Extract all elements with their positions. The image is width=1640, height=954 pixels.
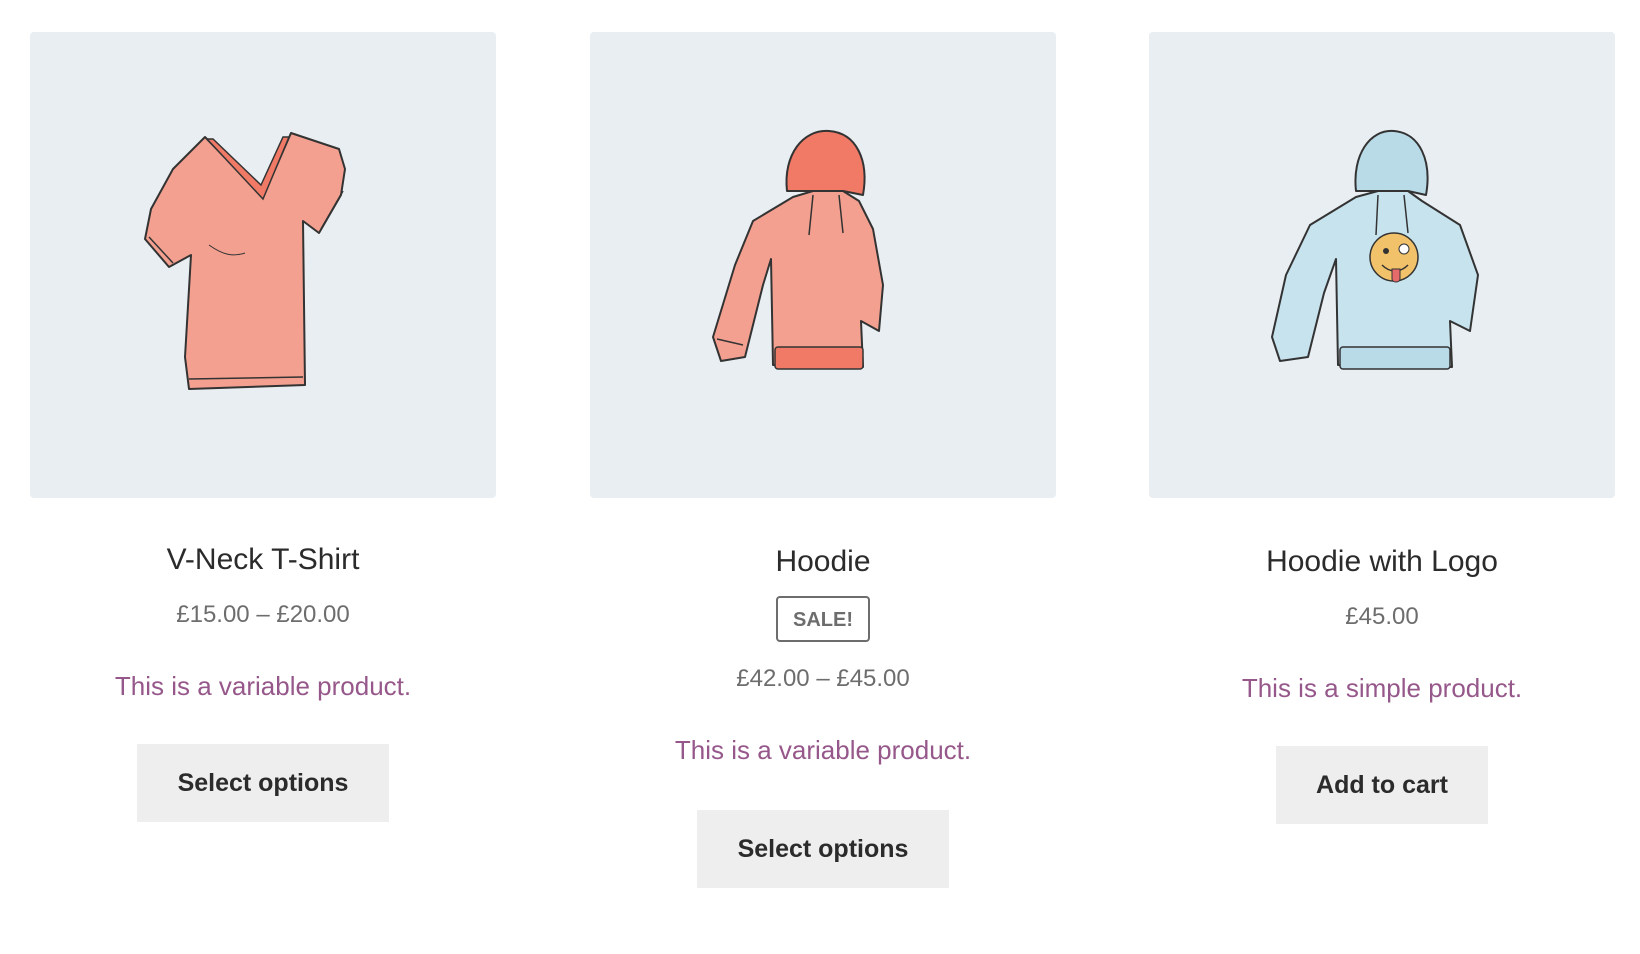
hoodie-icon <box>712 129 884 370</box>
sale-badge: SALE! <box>776 596 870 642</box>
product-title[interactable]: Hoodie with Logo <box>1266 544 1498 580</box>
product-card-hoodie: Hoodie SALE! £42.00 – £45.00 This is a v… <box>590 32 1056 888</box>
product-image-hoodie-with-logo[interactable] <box>1149 32 1615 498</box>
product-title[interactable]: V-Neck T-Shirt <box>167 542 360 578</box>
product-price: £15.00 – £20.00 <box>176 601 350 628</box>
hoodie-with-logo-icon <box>1271 129 1479 370</box>
product-card-v-neck-tshirt: V-Neck T-Shirt £15.00 – £20.00 This is a… <box>30 32 496 822</box>
tshirt-icon <box>144 132 346 390</box>
product-description[interactable]: This is a simple product. <box>1242 672 1522 704</box>
product-title[interactable]: Hoodie <box>775 544 870 580</box>
product-grid: V-Neck T-Shirt £15.00 – £20.00 This is a… <box>0 0 1640 954</box>
product-price: £42.00 – £45.00 <box>736 665 910 692</box>
product-description[interactable]: This is a variable product. <box>675 734 971 766</box>
product-description[interactable]: This is a variable product. <box>115 670 411 702</box>
product-image-v-neck-tshirt[interactable] <box>30 32 496 498</box>
select-options-button[interactable]: Select options <box>137 744 389 822</box>
product-price: £45.00 <box>1345 603 1419 630</box>
product-image-hoodie[interactable] <box>590 32 1056 498</box>
select-options-button[interactable]: Select options <box>697 810 949 888</box>
product-card-hoodie-with-logo: Hoodie with Logo £45.00 This is a simple… <box>1149 32 1615 824</box>
add-to-cart-button[interactable]: Add to cart <box>1276 746 1488 824</box>
